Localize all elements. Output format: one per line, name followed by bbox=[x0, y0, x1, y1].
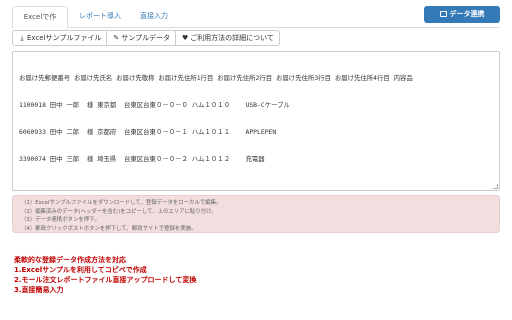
sample-file-button[interactable]: ⤓ Excelサンプルファイル bbox=[12, 30, 108, 46]
data-row: 3390074 田中 三郎 様 埼玉県 台東区台東０－０－２ ハム１０１２ 充電… bbox=[19, 155, 265, 163]
tab-direct-input[interactable]: 直接入力 bbox=[132, 6, 176, 28]
download-icon: ⤓ bbox=[20, 34, 24, 42]
data-row: 6060933 田中 二郎 様 京都府 台東区台東０－０－１ ハム１０１１ AP… bbox=[19, 128, 277, 136]
data-textarea[interactable]: お届け先郵便番号 お届け先氏名 お届け先敬称 お届け先住所1行目 お届け先住所2… bbox=[12, 51, 500, 191]
guide-item: 1.Excelサンプルを利用してコピペで作成 bbox=[14, 266, 147, 274]
usage-details-button[interactable]: ♥ ご利用方法の詳細について bbox=[176, 30, 280, 46]
pencil-icon: ✎ bbox=[113, 34, 120, 42]
resize-handle[interactable] bbox=[493, 184, 498, 189]
sample-file-label: Excelサンプルファイル bbox=[27, 34, 102, 42]
guide-item: 2.モール注文レポートファイル直接アップロードして変換 bbox=[14, 276, 197, 284]
sample-data-button[interactable]: ✎ サンプルデータ bbox=[107, 30, 177, 46]
method-guide: 柔軟的な登録データ作成方法を対応 1.Excelサンプルを利用してコピペで作成 … bbox=[14, 255, 196, 295]
notice-step: （1）Excelサンプルファイルをダウンロードして、登録データをローカルで編集。 bbox=[21, 200, 222, 206]
data-link-button[interactable]: データ連携 bbox=[424, 6, 500, 23]
tab-excel[interactable]: Excelで作成 bbox=[12, 6, 68, 41]
sample-data-label: サンプルデータ bbox=[121, 34, 171, 42]
external-link-icon bbox=[439, 11, 447, 17]
tab-report-import[interactable]: レポート導入 bbox=[70, 6, 130, 28]
heart-icon: ♥ bbox=[182, 34, 189, 42]
notice-step: （2）編集済みのデータ(ヘッダーを含む)をコピーして、上のエリアに貼り付け。 bbox=[21, 208, 217, 215]
usage-details-label: ご利用方法の詳細について bbox=[190, 34, 274, 42]
data-link-label: データ連携 bbox=[449, 10, 485, 18]
instructions-notice: （1）Excelサンプルファイルをダウンロードして、登録データをローカルで編集。… bbox=[12, 195, 500, 233]
notice-step: （4）郵政クリックポストボタンを押下して、郵政サイトで登録を実施。 bbox=[21, 225, 197, 232]
data-row: 1100018 田中 一郎 様 東京都 台東区台東０－０－０ ハム１０１０ US… bbox=[19, 101, 290, 109]
guide-item: 3.直接簡易入力 bbox=[14, 286, 64, 294]
data-header-line: お届け先郵便番号 お届け先氏名 お届け先敬称 お届け先住所1行目 お届け先住所2… bbox=[19, 74, 413, 82]
notice-step: （3）データ連携ボタンを押下。 bbox=[21, 217, 100, 224]
guide-title: 柔軟的な登録データ作成方法を対応 bbox=[14, 256, 126, 264]
toolbar: ⤓ Excelサンプルファイル ✎ サンプルデータ ♥ ご利用方法の詳細について bbox=[12, 30, 280, 46]
